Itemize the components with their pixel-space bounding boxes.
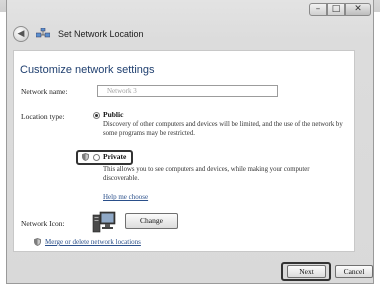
change-icon-button[interactable]: Change <box>125 213 178 229</box>
title-bar: – □ ✕ ◀ Set Network Location <box>7 0 373 42</box>
public-description: Discovery of other computers and devices… <box>103 121 343 137</box>
cancel-button[interactable]: Cancel <box>335 265 373 278</box>
merge-delete-locations-link[interactable]: Merge or delete network locations <box>45 238 141 246</box>
shield-icon <box>34 238 41 246</box>
public-radio[interactable] <box>93 112 100 119</box>
network-name-label: Network name: <box>21 87 68 96</box>
window-title: Set Network Location <box>58 29 144 39</box>
private-description: This allows you to see computers and dev… <box>103 166 310 182</box>
location-type-label: Location type: <box>21 112 65 121</box>
help-me-choose-link[interactable]: Help me choose <box>103 193 148 201</box>
private-option-label: Private <box>103 152 127 161</box>
next-button[interactable]: Next <box>287 265 326 278</box>
page-heading: Customize network settings <box>20 64 155 76</box>
network-icon <box>36 28 50 38</box>
minimize-button[interactable]: – <box>309 3 327 16</box>
shield-icon <box>82 153 89 161</box>
window-controls: – □ ✕ <box>309 3 371 16</box>
back-arrow-icon: ◀ <box>17 29 25 39</box>
private-radio[interactable] <box>93 154 100 161</box>
public-option-label: Public <box>103 110 124 119</box>
computer-icon <box>92 211 116 233</box>
back-button[interactable]: ◀ <box>13 26 29 42</box>
network-icon-label: Network Icon: <box>21 219 65 228</box>
network-name-input[interactable]: Network 3 <box>97 85 278 97</box>
maximize-button[interactable]: □ <box>327 3 345 16</box>
close-button[interactable]: ✕ <box>345 3 371 16</box>
